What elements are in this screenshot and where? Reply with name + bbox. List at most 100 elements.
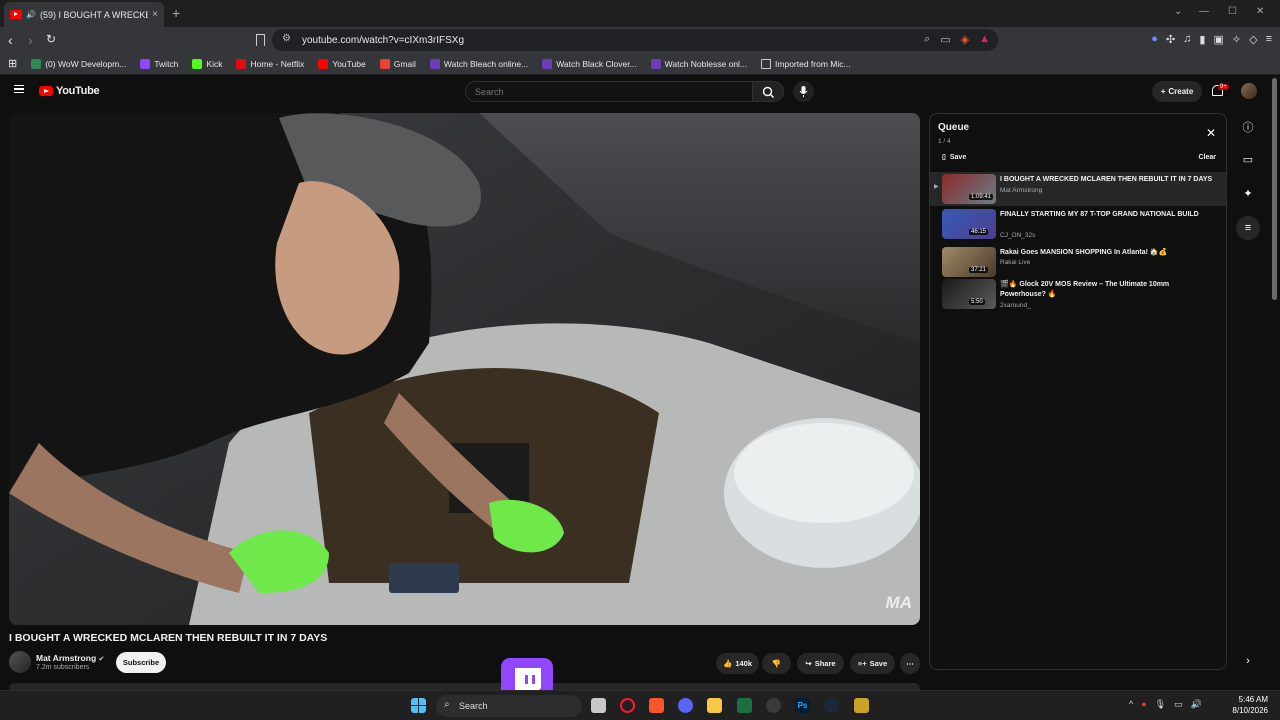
queue-item[interactable]: 37:21 Rakai Goes MANSION SHOPPING In Atl… [930, 245, 1226, 279]
ai-sparkle-icon[interactable]: ✦ [1240, 187, 1256, 203]
site-info-icon[interactable]: ⚙ [282, 33, 291, 44]
video-player[interactable]: MA [9, 113, 920, 625]
close-queue-icon[interactable]: ✕ [1206, 126, 1216, 140]
excel-icon[interactable] [737, 698, 752, 713]
wallet-icon[interactable]: ▣ [1213, 33, 1223, 46]
video-frame [9, 113, 920, 625]
extension-icon[interactable]: ● [1151, 33, 1158, 46]
leo-icon[interactable]: ✧ [1232, 33, 1241, 46]
plus-icon: + [1160, 87, 1166, 96]
chevron-right-icon[interactable]: › [1240, 655, 1256, 671]
bookmark-item[interactable]: Kick [192, 58, 222, 69]
photoshop-icon[interactable]: Ps [795, 698, 810, 713]
vpn-icon[interactable]: ◇ [1249, 33, 1257, 46]
hamburger-menu-icon[interactable] [14, 85, 24, 93]
puzzle-icon[interactable]: ✣ [1166, 33, 1175, 46]
app-icon[interactable] [766, 698, 781, 713]
queue-item-title: I BOUGHT A WRECKED MCLAREN THEN REBUILT … [1000, 176, 1213, 183]
taskbar-search[interactable]: ⌕ Search [436, 695, 582, 717]
page-scrollbar[interactable] [1272, 78, 1277, 300]
bookmark-item[interactable]: Home - Netflix [236, 58, 304, 69]
bookmark-item[interactable]: Watch Noblesse onl... [650, 58, 747, 69]
cast-icon[interactable]: ▭ [940, 33, 950, 46]
bookmark-item[interactable]: Gmail [379, 58, 416, 69]
microphone-icon[interactable]: 🎙 [1155, 699, 1166, 710]
opera-icon[interactable] [620, 698, 635, 713]
network-icon[interactable]: ▭ [1174, 699, 1183, 710]
reload-icon[interactable]: ↻ [46, 32, 56, 46]
queue-item-title: FINALLY STARTING MY 87 T-TOP GRAND NATIO… [1000, 211, 1199, 218]
video-duration: 46:15 [969, 229, 989, 235]
voice-search-button[interactable] [793, 81, 814, 102]
notification-badge: 9+ [1218, 84, 1229, 90]
forward-icon[interactable]: › [28, 32, 33, 48]
file-explorer-icon[interactable] [707, 698, 722, 713]
queue-item[interactable]: 5:50 🎬🔥 Glock 20V MOS Review – The Ultim… [930, 277, 1226, 311]
queue-item-channel: Mat Armstrong [1000, 187, 1043, 194]
discord-icon[interactable] [678, 698, 693, 713]
now-playing-icon: ▶ [934, 184, 939, 190]
close-window-button[interactable]: ✕ [1256, 6, 1264, 17]
wow-icon[interactable] [854, 698, 869, 713]
bookmark-item[interactable]: (0) WoW Developm... [31, 58, 126, 69]
bookmark-item[interactable]: Watch Black Clover... [542, 58, 637, 69]
address-bar[interactable]: ⚙ youtube.com/watch?v=cIXm3rIFSXg ⌕ ▭ ◈ … [272, 29, 998, 51]
bookmark-item[interactable]: Twitch [140, 58, 178, 69]
chevron-up-icon[interactable]: ^ [1129, 699, 1133, 710]
task-view-icon[interactable] [591, 698, 606, 713]
more-icon: ⋯ [906, 659, 914, 668]
search-button[interactable] [752, 81, 784, 102]
volume-icon[interactable]: 🔊 [1191, 699, 1202, 710]
save-button[interactable]: ≡+ Save [850, 653, 895, 674]
subscribe-button[interactable]: Subscribe [116, 652, 166, 673]
windows-start-icon[interactable] [411, 698, 426, 713]
steam-icon[interactable] [824, 698, 839, 713]
like-button[interactable]: 👍 140k [716, 653, 759, 674]
bookmark-folder[interactable]: Imported from Mic... [761, 58, 851, 69]
info-icon[interactable]: ⓘ [1240, 119, 1256, 135]
browser-tab-youtube[interactable]: 🔊 (59) I BOUGHT A WRECKED M × [4, 2, 164, 27]
account-avatar[interactable] [1241, 83, 1257, 99]
queue-title: Queue [938, 122, 970, 133]
queue-item[interactable]: ▶ 1:09:41 I BOUGHT A WRECKED MCLAREN THE… [930, 172, 1226, 206]
new-tab-button[interactable]: + [172, 5, 180, 21]
queue-panel: Queue 1 / 4 ✕ ▯ Save Clear ▶ 1:09:41 I BO… [929, 113, 1227, 670]
close-tab-icon[interactable]: × [152, 9, 158, 20]
search-input[interactable] [465, 81, 753, 102]
share-icon: ↪ [805, 659, 812, 668]
channel-name[interactable]: Mat Armstrong ✔ [36, 653, 104, 663]
more-actions-button[interactable]: ⋯ [900, 653, 920, 674]
sidebar-icon[interactable]: ▮ [1199, 33, 1205, 46]
channel-watermark: MA [885, 593, 912, 612]
menu-icon[interactable]: ≡ [1266, 33, 1272, 46]
brave-icon[interactable] [649, 698, 664, 713]
bookmark-item[interactable]: YouTube [318, 58, 366, 69]
comments-icon[interactable]: ▭ [1240, 153, 1256, 169]
save-to-playlist-icon: ≡+ [857, 659, 867, 668]
bookmark-item[interactable]: Watch Bleach online... [429, 58, 528, 69]
dislike-button[interactable]: 👎 [762, 653, 791, 674]
apps-grid-icon[interactable]: ⊞ [8, 57, 17, 70]
system-tray: ^ ● 🎙 ▭ 🔊 [1129, 699, 1202, 710]
tray-app-icon[interactable]: ● [1141, 699, 1146, 710]
create-button[interactable]: + Create [1152, 81, 1202, 102]
zoom-icon[interactable]: ⌕ [924, 33, 930, 46]
share-button[interactable]: ↪ Share [797, 653, 844, 674]
youtube-logo[interactable]: YouTube [39, 85, 100, 97]
queue-list-icon[interactable]: ≡ [1236, 216, 1260, 240]
queue-item-channel: CJ_ON_32s [1000, 232, 1036, 239]
back-icon[interactable]: ‹ [8, 32, 13, 48]
channel-avatar[interactable] [9, 651, 31, 673]
brave-shield-icon[interactable]: ◈ [961, 33, 969, 46]
queue-clear-button[interactable]: Clear [1198, 154, 1216, 161]
bookmark-icon: ▯ [942, 154, 946, 161]
chevron-down-icon[interactable]: ⌄ [1174, 6, 1182, 17]
brave-rewards-icon[interactable]: ▲ [979, 33, 990, 46]
queue-save-button[interactable]: ▯ Save [942, 153, 966, 162]
clock[interactable]: 5:46 AM 8/10/2026 [1232, 694, 1268, 716]
queue-item[interactable]: 46:15 FINALLY STARTING MY 87 T-TOP GRAND… [930, 207, 1226, 241]
bookmark-page-icon[interactable] [256, 34, 265, 46]
music-icon[interactable]: ♫ [1183, 33, 1191, 46]
minimize-button[interactable]: — [1199, 6, 1209, 17]
maximize-button[interactable]: ☐ [1228, 6, 1237, 17]
